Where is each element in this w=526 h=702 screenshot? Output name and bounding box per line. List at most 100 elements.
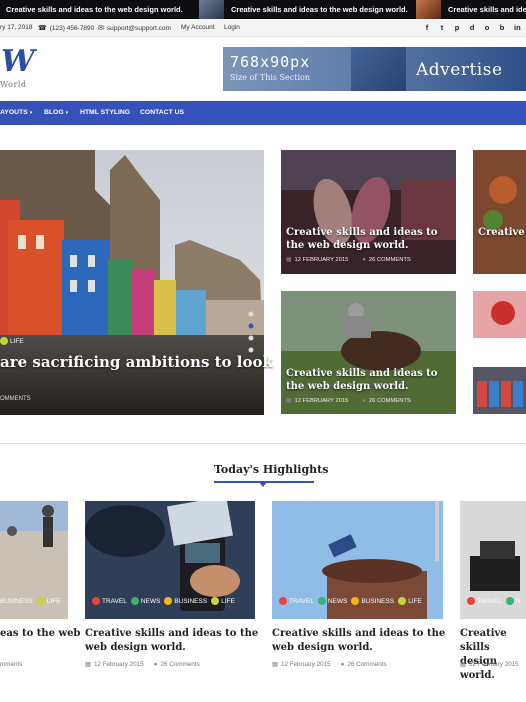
card-image	[281, 150, 456, 274]
facebook-icon[interactable]: f	[424, 23, 430, 32]
highlight-meta: ▦ 12 February 2015 ● 26 Comments	[85, 661, 200, 668]
tag-life[interactable]: LIFE	[211, 597, 235, 605]
my-account-label[interactable]: My Account	[181, 24, 215, 31]
calendar-icon: ▦	[85, 661, 91, 668]
ad-decoration	[351, 47, 406, 91]
news-dot-icon	[505, 597, 514, 605]
top-info-bar: ry 17, 2018 ☎ (123) 456-7890 ✉ support@sup…	[0, 19, 526, 37]
nav-item-layouts[interactable]: AYOUTS ▾	[0, 109, 32, 116]
highlight-tags: TRAVEL NEWS BUSINESS LIFE	[279, 597, 422, 605]
date-meta: ▦ 12 February 2015	[460, 661, 519, 668]
date-meta: ▦ 12 February 2015	[272, 661, 331, 668]
card-meta: ▦ 12 FEBRUARY 2015 ● 26 COMMENTS	[286, 257, 411, 263]
news-dot-icon	[317, 597, 326, 605]
highlight-title[interactable]: eas to the web	[0, 627, 80, 641]
nav-item-contact-us[interactable]: CONTACT US	[140, 109, 184, 116]
comment-icon: ●	[362, 257, 366, 263]
date-meta: ▦ 12 February 2015	[85, 661, 144, 668]
feature-card[interactable]	[473, 291, 526, 338]
news-dot-icon	[130, 597, 139, 605]
heading-caret	[259, 482, 267, 487]
nav-label: AYOUTS	[0, 109, 28, 116]
highlight-tags: BUSINESS LIFE	[0, 597, 61, 605]
hero-slider[interactable]	[0, 150, 264, 415]
highlight-tags: TRAVEL N	[467, 597, 521, 605]
slider-dots[interactable]	[247, 310, 255, 358]
feature-card[interactable]	[281, 150, 456, 274]
tag-news[interactable]: NEWS	[317, 597, 347, 605]
logo-mark[interactable]: W	[1, 44, 35, 79]
feature-card[interactable]	[473, 367, 526, 414]
hero-title[interactable]: are sacrificing ambitions to look	[0, 353, 273, 371]
highlight-title[interactable]: Creative skills design world.	[460, 627, 526, 683]
chevron-down-icon: ▾	[29, 110, 33, 116]
ticker-text[interactable]: Creative skills and ideas to the web des…	[231, 5, 408, 14]
my-account-link[interactable]: My Account	[181, 24, 215, 31]
card-image	[281, 291, 456, 414]
card-title[interactable]: Creative skills and ideas to the web des…	[286, 226, 451, 252]
life-dot-icon	[36, 597, 45, 605]
tag-news[interactable]: N	[505, 597, 521, 605]
main-navigation: AYOUTS ▾ BLOG ▾ HTML STYLING CONTACT US	[0, 101, 526, 125]
feature-card[interactable]	[473, 150, 526, 274]
life-dot-icon	[0, 337, 8, 345]
tag-label: LIFE	[10, 337, 24, 345]
card-title[interactable]: Creative skills and ideas to the web des…	[286, 367, 451, 393]
dribbble-icon[interactable]: d	[469, 23, 475, 32]
nav-item-blog[interactable]: BLOG ▾	[44, 109, 68, 116]
date-display: ry 17, 2018	[0, 24, 33, 31]
ticker-item[interactable]: Creative skills and ideas to the web des…	[0, 0, 183, 19]
card-image	[473, 367, 526, 414]
highlight-title[interactable]: Creative skills and ideas to the web des…	[85, 627, 260, 655]
tag-travel[interactable]: TRAVEL	[279, 597, 314, 605]
tag-life[interactable]: LIFE	[36, 597, 61, 605]
linkedin-icon[interactable]: in	[514, 23, 521, 32]
news-ticker: Creative skills and ideas to the web des…	[0, 0, 526, 19]
tag-business[interactable]: BUSINESS	[351, 597, 394, 605]
email-info: ✉ support@support.com	[98, 24, 171, 33]
business-dot-icon	[164, 597, 173, 605]
card-image	[473, 291, 526, 338]
highlight-meta: ▦ 12 February 2015	[460, 661, 519, 668]
comment-icon: ●	[153, 661, 158, 668]
nav-item-html-styling[interactable]: HTML STYLING	[80, 109, 130, 116]
login-link[interactable]: Login	[224, 24, 240, 31]
chevron-down-icon: ▾	[65, 110, 69, 116]
email-icon: ✉	[98, 25, 104, 32]
ticker-text[interactable]: Creative skills and ideas to the web des…	[448, 5, 526, 14]
login-label[interactable]: Login	[224, 24, 240, 31]
highlight-title[interactable]: Creative skills and ideas to the web des…	[272, 627, 447, 655]
ticker-thumbnail	[416, 0, 441, 19]
card-title[interactable]: Creative s...	[478, 226, 526, 239]
instagram-icon[interactable]: o	[484, 23, 490, 32]
advertisement-banner[interactable]: 768x90px Size of This Section Advertise	[223, 47, 526, 91]
highlight-tags: TRAVEL NEWS BUSINESS LIFE	[92, 597, 235, 605]
ad-subtitle: Size of This Section	[230, 73, 310, 82]
feature-card[interactable]	[281, 291, 456, 414]
life-dot-icon	[398, 597, 407, 605]
comments-meta: ● 26 Comments	[340, 661, 387, 668]
twitter-icon[interactable]: t	[439, 23, 445, 32]
tag-business[interactable]: BUSINESS	[164, 597, 207, 605]
pinterest-icon[interactable]: p	[454, 23, 460, 32]
nav-label: BLOG	[44, 109, 64, 116]
ticker-item[interactable]: Creative skills and ideas to the web des…	[199, 0, 408, 19]
calendar-icon: ▦	[286, 398, 292, 404]
phone-info: ☎ (123) 456-7890	[38, 24, 94, 33]
ticker-item[interactable]: Creative skills and ideas to the web des…	[416, 0, 526, 19]
logo-subtitle[interactable]: World	[0, 80, 27, 89]
tag-travel[interactable]: TRAVEL	[467, 597, 502, 605]
tag-news[interactable]: NEWS	[130, 597, 160, 605]
ticker-text[interactable]: Creative skills and ideas to the web des…	[6, 5, 183, 14]
tag-travel[interactable]: TRAVEL	[92, 597, 127, 605]
card-image	[473, 150, 526, 274]
life-dot-icon	[211, 597, 220, 605]
travel-dot-icon	[279, 597, 287, 605]
behance-icon[interactable]: b	[499, 23, 505, 32]
tag-business[interactable]: BUSINESS	[0, 597, 33, 605]
tag-life[interactable]: LIFE	[398, 597, 422, 605]
hero-tags: LIFE	[0, 337, 24, 345]
tag-life[interactable]: LIFE	[0, 337, 24, 345]
highlight-meta: mments	[0, 661, 23, 668]
email-text: support@support.com	[106, 24, 171, 32]
